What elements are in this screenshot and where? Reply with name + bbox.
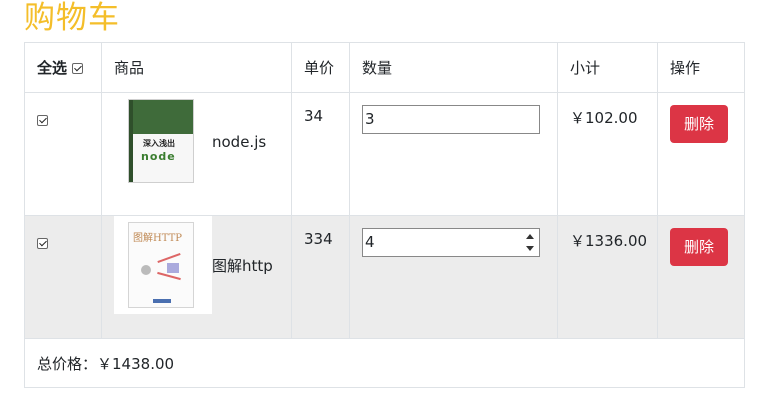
spin-up-icon[interactable] bbox=[526, 234, 534, 239]
book-cover-nodejs: 深入浅出 node bbox=[128, 99, 194, 183]
quantity-cell: 4 bbox=[349, 215, 558, 339]
product-cell: 图解HTTP 图解http bbox=[101, 215, 292, 339]
total-label: 总价格： bbox=[37, 354, 98, 373]
quantity-cell: 3 bbox=[349, 92, 558, 216]
table-row: 深入浅出 node node.js 34 3 ￥102.00 删除 bbox=[24, 92, 745, 216]
unit-price: 334 bbox=[291, 215, 350, 339]
header-subtotal: 小计 bbox=[557, 42, 658, 93]
delete-button[interactable]: 删除 bbox=[670, 105, 728, 143]
table-row: 图解HTTP 图解http 334 4 ￥1336.00 删除 bbox=[24, 215, 745, 339]
product-name: 图解http bbox=[212, 256, 273, 275]
cover-subtitle: node bbox=[141, 150, 176, 163]
subtotal: ￥1336.00 bbox=[557, 215, 658, 339]
header-unit-price: 单价 bbox=[291, 42, 350, 93]
item-checkbox[interactable] bbox=[37, 238, 48, 249]
product-cell: 深入浅出 node node.js bbox=[101, 92, 292, 216]
page-title: 购物车 bbox=[24, 0, 120, 36]
total-value: ￥1438.00 bbox=[97, 354, 175, 373]
quantity-input[interactable]: 3 bbox=[362, 105, 540, 134]
select-all-label: 全选 bbox=[37, 59, 68, 77]
subtotal: ￥102.00 bbox=[557, 92, 658, 216]
header-select-all: 全选 bbox=[24, 42, 102, 93]
action-cell: 删除 bbox=[657, 92, 745, 216]
delete-button[interactable]: 删除 bbox=[670, 228, 728, 266]
cover-title: 深入浅出 bbox=[143, 139, 175, 148]
header-row: 全选 商品 单价 数量 小计 操作 bbox=[24, 42, 745, 93]
quantity-value: 3 bbox=[365, 110, 375, 128]
book-cover-http: 图解HTTP bbox=[128, 222, 194, 308]
total-cell: 总价格：￥1438.00 bbox=[24, 338, 745, 388]
unit-price: 34 bbox=[291, 92, 350, 216]
select-all-checkbox[interactable] bbox=[72, 63, 84, 74]
quantity-value: 4 bbox=[365, 233, 375, 251]
header-product: 商品 bbox=[101, 42, 292, 93]
item-select-cell bbox=[24, 92, 102, 216]
item-select-cell bbox=[24, 215, 102, 339]
cover-title: 图解HTTP bbox=[133, 233, 182, 244]
cart-table: 全选 商品 单价 数量 小计 操作 深入浅出 node node.js 34 3… bbox=[24, 42, 745, 388]
total-row: 总价格：￥1438.00 bbox=[24, 338, 745, 388]
spin-down-icon[interactable] bbox=[526, 246, 534, 251]
quantity-spinner[interactable] bbox=[523, 232, 537, 253]
quantity-input[interactable]: 4 bbox=[362, 228, 540, 257]
header-quantity: 数量 bbox=[349, 42, 558, 93]
item-checkbox[interactable] bbox=[37, 115, 48, 126]
header-action: 操作 bbox=[657, 42, 745, 93]
product-name: node.js bbox=[212, 133, 267, 151]
product-image: 图解HTTP bbox=[114, 216, 212, 314]
action-cell: 删除 bbox=[657, 215, 745, 339]
product-image: 深入浅出 node bbox=[114, 93, 212, 191]
